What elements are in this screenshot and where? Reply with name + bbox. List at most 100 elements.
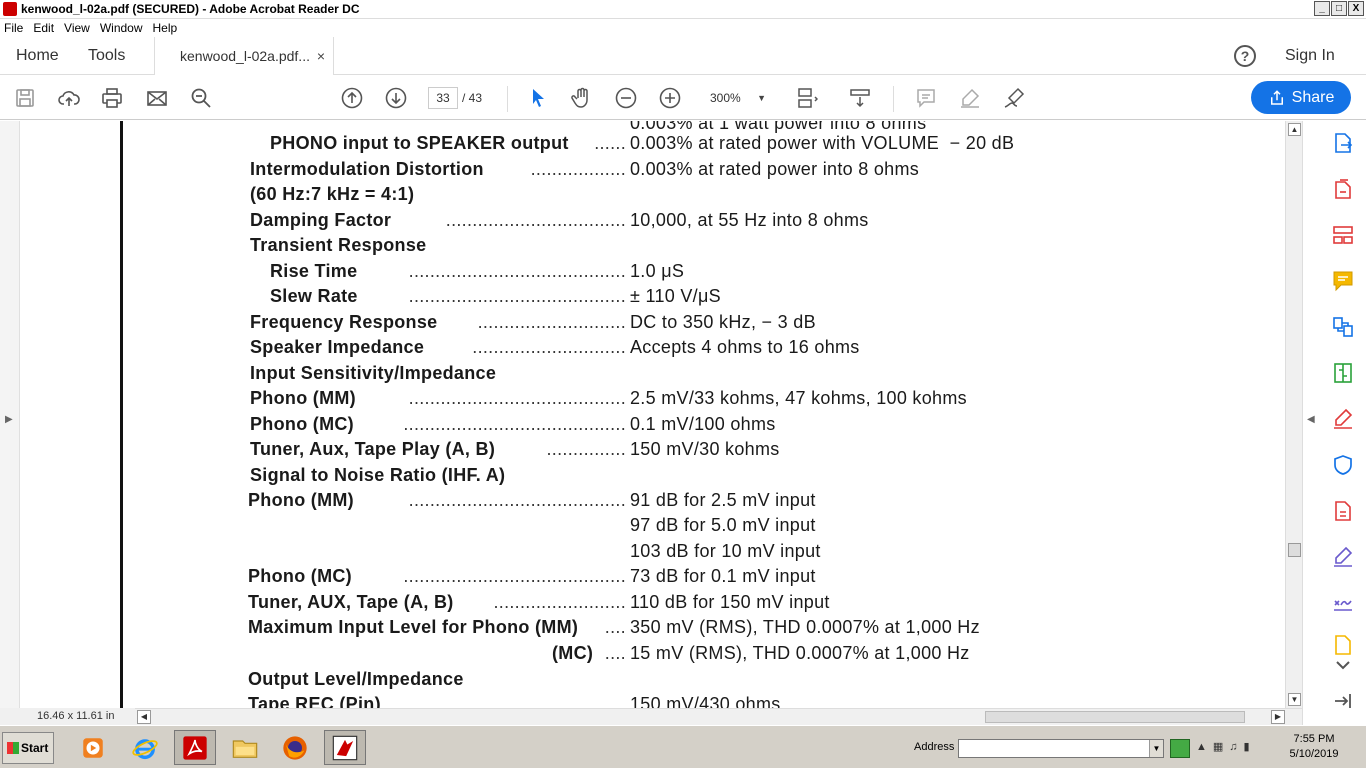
organize-pages-icon[interactable] [1331,223,1357,249]
spec-dot-leader: ............................. [472,337,626,357]
fit-page-icon[interactable] [793,85,819,111]
clock[interactable]: 7:55 PM 5/10/2019 [1288,732,1340,762]
chevron-down-icon[interactable] [1331,653,1357,670]
tab-document[interactable]: kenwood_l-02a.pdf... × [154,37,334,75]
custom-app-icon[interactable] [324,730,366,765]
scroll-down-icon[interactable]: ▼ [1288,693,1301,706]
spec-label: Phono (MC) [250,414,354,434]
spec-label: Phono (MM) [248,490,354,510]
file-explorer-icon[interactable] [224,730,266,765]
spec-label: Tuner, Aux, Tape Play (A, B) [250,439,496,459]
window-title: kenwood_l-02a.pdf (SECURED) - Adobe Acro… [21,2,360,16]
protect-shield-icon[interactable] [1331,453,1357,479]
share-button[interactable]: Share [1251,81,1351,114]
vertical-scroll-thumb[interactable] [1288,543,1301,557]
firefox-icon[interactable] [274,730,316,765]
acrobat-task-icon[interactable] [174,730,216,765]
comment-icon[interactable] [913,85,939,111]
spec-label: Phono (MC) [248,566,352,586]
scroll-right-icon[interactable]: ▶ [1271,710,1285,724]
spec-label: (MC) [552,643,594,663]
menu-help[interactable]: Help [153,21,178,35]
menu-edit[interactable]: Edit [33,21,54,35]
spec-value: Accepts 4 ohms to 16 ohms [630,337,860,357]
scroll-mode-icon[interactable] [847,85,873,111]
spec-label: Input Sensitivity/Impedance [250,363,497,383]
spec-value: 350 mV (RMS), THD 0.0007% at 1,000 Hz [630,617,980,637]
comment-tool-icon[interactable] [1331,269,1357,295]
horizontal-scrollbar[interactable]: ◀ ▶ [20,708,1302,725]
edit-pdf-icon[interactable] [1331,545,1357,571]
spec-dot-leader: .................. [530,159,626,179]
title-bar: kenwood_l-02a.pdf (SECURED) - Adobe Acro… [0,0,1366,19]
export-pdf-red-icon[interactable] [1331,499,1357,525]
acrobat-app-icon [3,2,17,16]
spec-value: 103 dB for 10 mV input [630,541,821,561]
page-number-input[interactable]: 33 [428,87,458,109]
nav-bar: Home Tools kenwood_l-02a.pdf... × ? Sign… [0,37,1366,75]
main-toolbar: 33 / 43 300% ▼ Share [0,76,1366,120]
search-icon[interactable] [188,85,214,111]
minimize-button[interactable]: _ [1314,1,1330,16]
toolbar-divider [507,86,508,112]
spec-value: 10,000, at 55 Hz into 8 ohms [630,210,869,230]
media-player-icon[interactable] [72,730,114,765]
left-panel-collapsed: ▶ [0,121,20,708]
spec-value: 15 mV (RMS), THD 0.0007% at 1,000 Hz [630,643,970,663]
menu-window[interactable]: Window [100,21,143,35]
address-input[interactable]: ▼ [958,739,1164,758]
close-window-button[interactable]: X [1348,1,1364,16]
fill-sign-icon[interactable] [1331,407,1357,433]
spec-dot-leader: ......................... [493,592,626,612]
signature-icon[interactable] [1331,591,1357,617]
hand-tool-icon[interactable] [569,85,595,111]
zoom-in-icon[interactable] [657,85,683,111]
upload-cloud-icon[interactable] [56,85,82,111]
collapse-right-panel-icon[interactable]: ◀ [1307,414,1315,425]
page-left-border [120,121,123,708]
go-arrow-icon[interactable] [1170,739,1190,758]
sign-icon[interactable] [1001,85,1027,111]
compress-pdf-icon[interactable] [1331,361,1357,387]
expand-left-panel-icon[interactable]: ▶ [5,414,13,425]
page-total: / 43 [462,91,483,105]
highlight-pen-icon[interactable] [957,85,983,111]
document-view[interactable]: 0.003% at 1 watt power into 8 ohms PHONO … [20,121,1285,708]
close-tab-icon[interactable]: × [317,37,325,75]
page-size-status: 16.46 x 11.61 in [0,708,135,725]
clock-date: 5/10/2019 [1289,748,1339,760]
spec-label: Tape REC (Pin) [248,694,381,708]
select-cursor-icon[interactable] [525,85,551,111]
document-tab-label: kenwood_l-02a.pdf... [180,48,310,64]
create-pdf-icon[interactable] [1331,177,1357,203]
tab-home[interactable]: Home [16,37,59,75]
vertical-scrollbar[interactable]: ▲ ▼ [1285,121,1302,708]
spec-dot-leader: .................................. [445,210,626,230]
scroll-left-icon[interactable]: ◀ [137,710,151,724]
system-tray-icons[interactable]: ▲▦♫▮ [1196,740,1256,753]
internet-explorer-icon[interactable] [124,730,166,765]
email-icon[interactable] [144,85,170,111]
horizontal-scroll-thumb[interactable] [985,711,1245,723]
tab-tools[interactable]: Tools [88,37,125,75]
print-icon[interactable] [99,85,125,111]
spec-dot-leader: ............... [546,439,626,459]
export-pdf-icon[interactable] [1331,131,1357,157]
combine-files-icon[interactable] [1331,315,1357,341]
sign-in-link[interactable]: Sign In [1285,37,1335,75]
previous-page-icon[interactable] [339,85,365,111]
menu-file[interactable]: File [4,21,23,35]
start-button[interactable]: Start [2,732,54,764]
next-page-icon[interactable] [383,85,409,111]
spec-dot-leader: ........................................… [403,414,626,434]
menu-view[interactable]: View [64,21,90,35]
spec-value: 91 dB for 2.5 mV input [630,490,816,510]
help-icon[interactable]: ? [1234,45,1256,67]
zoom-level-dropdown[interactable]: 300% ▼ [704,87,770,109]
scroll-up-icon[interactable]: ▲ [1288,123,1301,136]
save-icon[interactable] [12,85,38,111]
zoom-out-icon[interactable] [613,85,639,111]
chevron-down-icon[interactable]: ▼ [1149,740,1163,757]
restore-button[interactable]: □ [1331,1,1347,16]
collapse-panel-icon[interactable] [1331,689,1357,715]
